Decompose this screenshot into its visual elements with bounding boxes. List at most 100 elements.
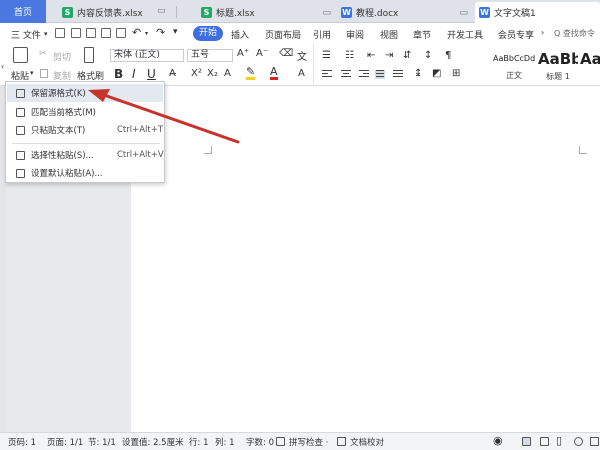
tab-divider xyxy=(176,6,177,18)
checkbox-icon[interactable] xyxy=(276,437,285,446)
tab-start[interactable]: 开始 xyxy=(193,26,223,41)
print-preview-icon[interactable] xyxy=(101,28,111,38)
status-spell-check[interactable]: 拼写检查 · xyxy=(289,436,328,448)
paste-keep-source-format[interactable]: 保留源格式(K) xyxy=(7,84,163,102)
chevron-down-icon[interactable]: ▾ xyxy=(44,30,48,38)
paste-text-only[interactable]: 只粘贴文本(T) Ctrl+Alt+T xyxy=(7,121,163,139)
distribute-icon[interactable] xyxy=(393,70,403,79)
status-col: 列: 1 xyxy=(215,438,235,448)
chevron-right-icon[interactable]: › xyxy=(541,28,544,37)
set-default-paste[interactable]: 设置默认粘贴(A)... xyxy=(7,164,163,182)
menu-divider xyxy=(12,143,160,144)
align-center-icon[interactable] xyxy=(341,70,351,79)
tab-title-xlsx[interactable]: S 标题.xlsx ▭ xyxy=(197,2,337,23)
margin-corner-mark xyxy=(579,146,587,154)
line-spacing-icon[interactable]: ↨ xyxy=(414,68,422,79)
print-icon[interactable] xyxy=(86,28,96,38)
menu-file[interactable]: 三 文件 xyxy=(11,28,41,41)
number-list-icon[interactable]: ☷ xyxy=(345,50,354,61)
decrease-indent-icon[interactable]: ⇤ xyxy=(367,50,375,61)
reading-view-icon[interactable]: ▯ xyxy=(556,434,562,447)
paste-icon[interactable] xyxy=(13,47,28,63)
tab-tutorial-docx[interactable]: W 教程.docx ▭ xyxy=(337,2,474,23)
paste-special[interactable]: 选择性粘贴(S)... Ctrl+Alt+V xyxy=(7,146,164,164)
menu-view[interactable]: 视图 xyxy=(380,28,398,41)
tab-home[interactable]: 首页 xyxy=(0,0,46,23)
highlight-icon[interactable]: ✎ xyxy=(246,66,256,80)
status-word-count[interactable]: 字数: 0 xyxy=(246,436,274,448)
italic-button[interactable]: I xyxy=(132,67,136,81)
tab-bar: 首页 S 内容反馈表.xlsx S 标题.xlsx ▭ W 教程.docx ▭ … xyxy=(0,0,600,23)
menu-chapter[interactable]: 章节 xyxy=(413,28,431,41)
status-setting: 设置值: 2.5厘米 xyxy=(122,438,184,448)
outline-view-icon[interactable] xyxy=(540,437,549,446)
tab-document1[interactable]: W 文字文稿1 xyxy=(475,2,600,23)
font-color-icon[interactable]: A xyxy=(270,66,278,80)
menu-references[interactable]: 引用 xyxy=(313,28,331,41)
collapse-left-icon[interactable]: ‹ xyxy=(1,62,4,71)
align-right-icon[interactable] xyxy=(359,70,369,79)
underline-button[interactable]: U xyxy=(147,67,156,81)
style-sample: AaBb xyxy=(538,50,578,68)
save-icon[interactable] xyxy=(71,28,81,38)
web-view-icon[interactable] xyxy=(574,437,583,446)
menu-developer[interactable]: 开发工具 xyxy=(447,28,483,41)
menu-membership[interactable]: 会员专享 xyxy=(498,28,534,41)
redo-icon[interactable]: ↷ xyxy=(156,26,165,39)
superscript-icon[interactable]: X² xyxy=(191,68,202,79)
increase-indent-icon[interactable]: ⇥ xyxy=(385,50,393,61)
scissors-icon[interactable]: ✂ xyxy=(39,49,47,59)
pinyin-icon[interactable]: 文 xyxy=(297,48,307,63)
align-left-icon[interactable] xyxy=(322,70,332,79)
style-normal[interactable]: AaBbCcDd 正文 xyxy=(493,46,535,84)
monitor-icon[interactable]: ▭ xyxy=(322,8,331,18)
decrease-font-icon[interactable]: A⁻ xyxy=(256,48,268,59)
undo-icon[interactable]: ↶ xyxy=(132,26,141,39)
increase-font-icon[interactable]: A⁺ xyxy=(237,48,249,59)
sort-icon[interactable]: ↕ xyxy=(424,50,432,61)
document-page[interactable] xyxy=(131,86,600,432)
bold-button[interactable]: B xyxy=(114,67,123,81)
menu-insert[interactable]: 插入 xyxy=(231,28,249,41)
monitor-icon[interactable]: ▭ xyxy=(157,6,166,16)
search-command[interactable]: Q 查找命令 xyxy=(554,28,595,39)
font-size-select[interactable]: 五号 xyxy=(187,49,233,62)
chevron-down-icon[interactable]: ▾ xyxy=(30,69,34,77)
status-page: 页码: 1 xyxy=(8,438,36,448)
bullet-list-icon[interactable]: ☰ xyxy=(322,50,331,61)
chinese-layout-icon[interactable]: ⇵ xyxy=(403,50,411,61)
strikethrough-icon[interactable]: A̶ xyxy=(169,68,176,79)
doc-proof-icon[interactable] xyxy=(337,437,346,446)
export-icon[interactable] xyxy=(116,28,126,38)
border-icon[interactable]: ⊞ xyxy=(452,68,460,79)
cut-button[interactable]: 剪切 xyxy=(53,50,71,63)
clear-format-icon[interactable]: ⌫ xyxy=(279,48,293,59)
menu-item-label: 设置默认粘贴(A)... xyxy=(31,169,103,179)
chevron-down-icon[interactable]: ▾ xyxy=(145,30,148,37)
show-marks-icon[interactable]: ¶ xyxy=(445,50,451,61)
format-painter-icon[interactable] xyxy=(84,47,94,63)
write-mode-icon[interactable] xyxy=(590,437,599,446)
tab-home-label: 首页 xyxy=(13,8,32,18)
menu-item-label: 只粘贴文本(T) xyxy=(31,126,86,136)
style-sample: AaBbCcDd xyxy=(493,54,535,63)
more-icon[interactable]: ▾ xyxy=(173,27,178,37)
status-doc-proof[interactable]: 文档校对 xyxy=(350,436,384,448)
style-heading-1[interactable]: AaBb 标题 1 xyxy=(538,46,578,84)
font-name-select[interactable]: 宋体 (正文) xyxy=(110,49,184,62)
menu-review[interactable]: 审阅 xyxy=(346,28,364,41)
text-effect-icon[interactable]: A xyxy=(224,68,231,79)
spreadsheet-icon: S xyxy=(201,7,212,18)
menu-page-layout[interactable]: 页面布局 xyxy=(265,28,301,41)
copy-icon[interactable] xyxy=(40,69,48,78)
monitor-icon[interactable]: ▭ xyxy=(459,8,468,18)
justify-icon[interactable] xyxy=(375,70,385,79)
style-heading-2[interactable]: AaI xyxy=(580,46,600,84)
paste-match-current-format[interactable]: 匹配当前格式(M) xyxy=(7,103,163,121)
subscript-icon[interactable]: X₂ xyxy=(207,68,218,79)
shading-icon[interactable]: ◩ xyxy=(432,68,441,79)
page-view-icon[interactable] xyxy=(522,437,531,446)
char-border-icon[interactable]: A xyxy=(298,68,305,79)
folder-icon[interactable] xyxy=(55,28,65,38)
eye-protection-icon[interactable]: ◉ xyxy=(493,434,503,447)
